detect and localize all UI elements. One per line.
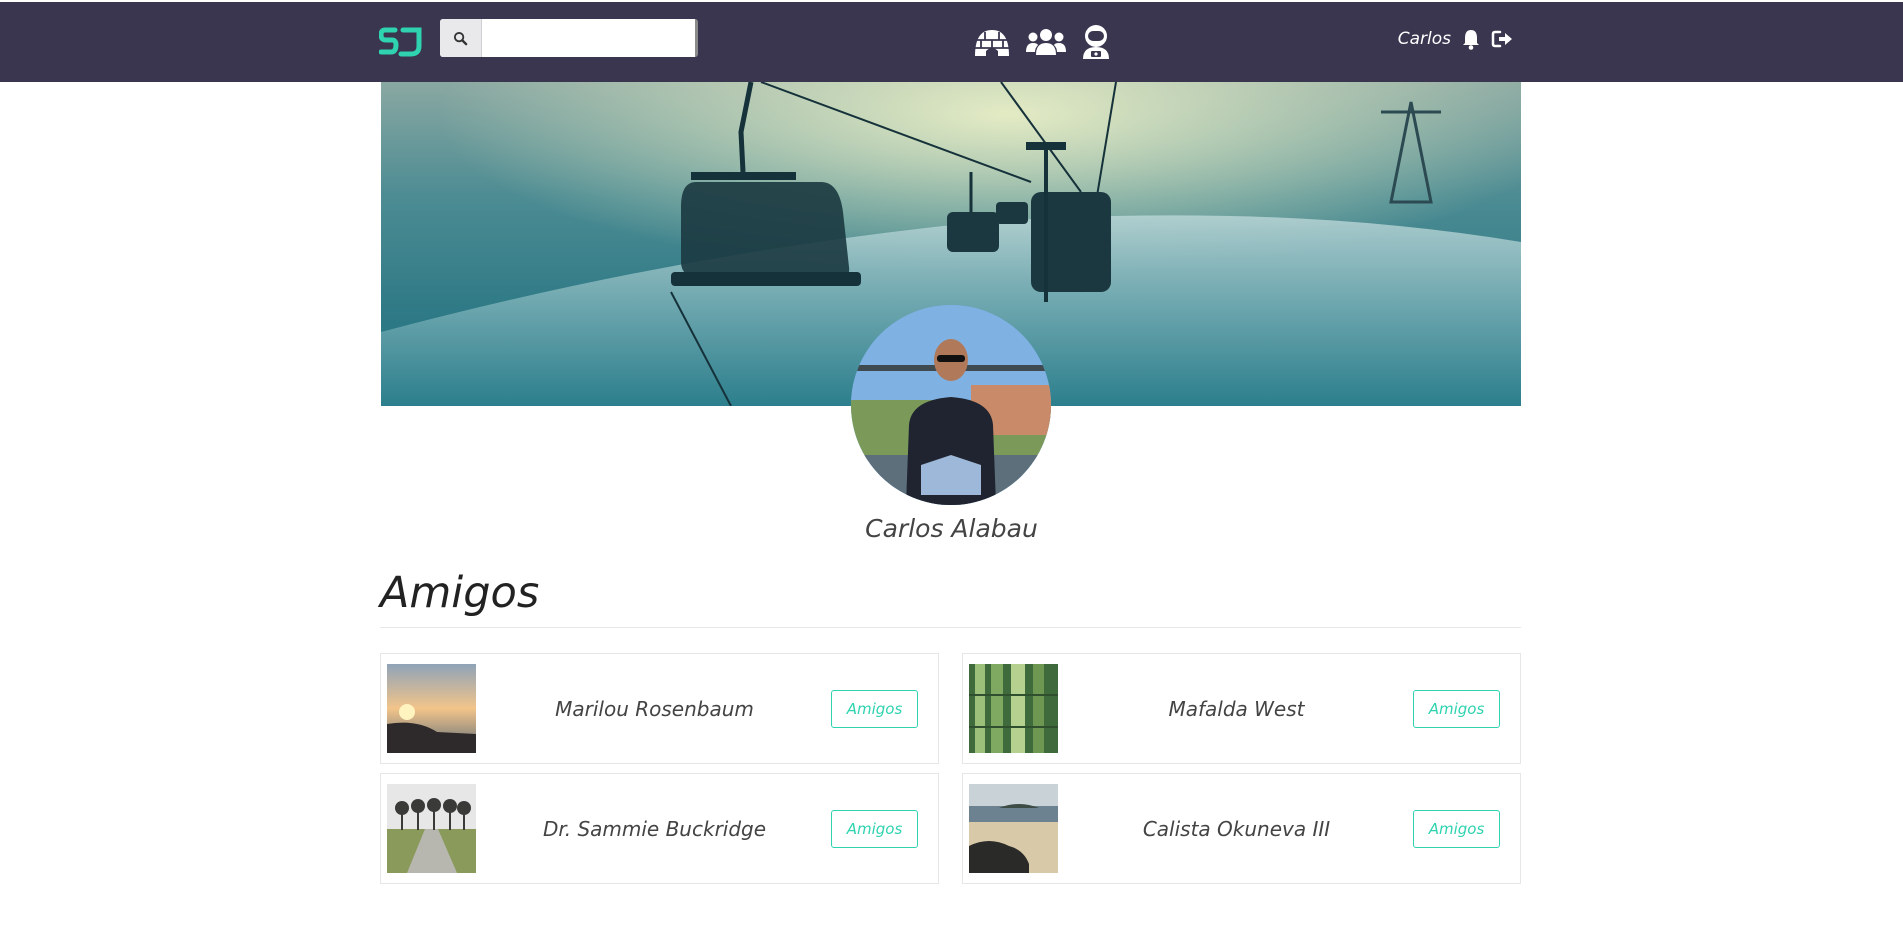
friend-name[interactable]: Dr. Sammie Buckridge xyxy=(491,774,818,883)
friend-name[interactable]: Mafalda West xyxy=(1073,654,1400,763)
friends-list: Marilou Rosenbaum Amigos Mafalda West Am… xyxy=(380,653,1521,884)
top-navbar: Carlos xyxy=(0,2,1903,82)
friend-card[interactable]: Calista Okuneva III Amigos xyxy=(962,773,1521,884)
search-input[interactable] xyxy=(482,19,695,57)
friend-name[interactable]: Marilou Rosenbaum xyxy=(491,654,818,763)
sunset-coast-thumb xyxy=(387,664,476,753)
bamboo-thumb xyxy=(969,664,1058,753)
search-button[interactable] xyxy=(440,19,482,57)
profile-avatar[interactable] xyxy=(851,305,1051,505)
profile-avatar-photo xyxy=(851,305,1051,505)
profile-name: Carlos Alabau xyxy=(865,514,1038,543)
users-icon[interactable] xyxy=(1025,27,1067,57)
friend-card[interactable]: Mafalda West Amigos xyxy=(962,653,1521,764)
friend-name[interactable]: Calista Okuneva III xyxy=(1073,774,1400,883)
sign-out-icon[interactable] xyxy=(1491,29,1513,49)
friend-card[interactable]: Marilou Rosenbaum Amigos xyxy=(380,653,939,764)
username-link[interactable]: Carlos xyxy=(1398,29,1451,49)
user-astronaut-icon[interactable] xyxy=(1081,24,1111,60)
bell-icon[interactable] xyxy=(1461,28,1481,50)
search-bar xyxy=(440,19,698,57)
nav-icon-group xyxy=(973,24,1111,60)
friends-section-title: Amigos xyxy=(380,568,540,618)
igloo-icon[interactable] xyxy=(973,26,1011,58)
friend-thumbnail[interactable] xyxy=(387,664,476,753)
sj-logo-icon[interactable] xyxy=(379,26,423,58)
friend-status-button[interactable]: Amigos xyxy=(1413,810,1500,848)
friend-thumbnail[interactable] xyxy=(969,784,1058,873)
friend-status-button[interactable]: Amigos xyxy=(831,690,918,728)
friend-thumbnail[interactable] xyxy=(969,664,1058,753)
tree-path-thumb xyxy=(387,784,476,873)
user-area: Carlos xyxy=(1398,28,1513,50)
friend-status-button[interactable]: Amigos xyxy=(1413,690,1500,728)
friend-status-button[interactable]: Amigos xyxy=(831,810,918,848)
friend-card[interactable]: Dr. Sammie Buckridge Amigos xyxy=(380,773,939,884)
section-divider xyxy=(380,627,1521,628)
beach-rocks-thumb xyxy=(969,784,1058,873)
search-icon xyxy=(453,31,468,45)
friend-thumbnail[interactable] xyxy=(387,784,476,873)
